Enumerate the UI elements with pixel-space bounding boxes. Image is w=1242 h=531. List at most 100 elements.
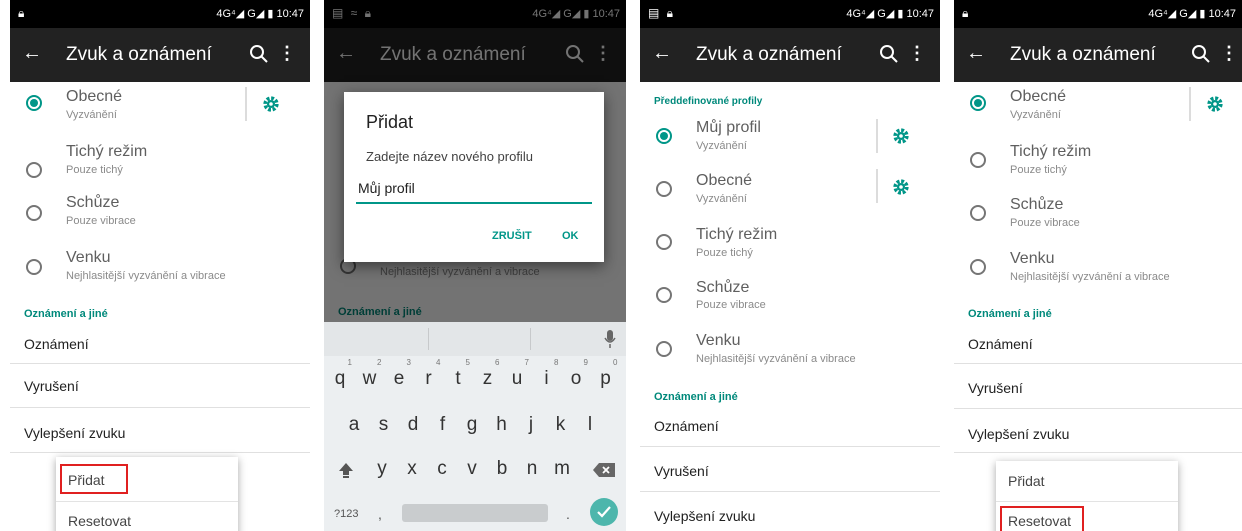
key-j[interactable]: j	[517, 414, 545, 436]
key-u[interactable]: u7	[503, 358, 531, 390]
comma-key[interactable]: ,	[378, 506, 382, 522]
key-d[interactable]: d	[399, 414, 427, 436]
menu-item-vylepseni-zvuku[interactable]: Vylepšení zvuku	[24, 425, 125, 441]
menu-item-oznameni[interactable]: Oznámení	[24, 336, 89, 352]
key-label: r	[425, 368, 432, 389]
key-g[interactable]: g	[458, 414, 486, 436]
space-key[interactable]	[402, 504, 548, 522]
divider	[876, 119, 878, 153]
overflow-menu: Přidat Resetovat	[996, 461, 1178, 531]
radio-selected-icon[interactable]	[656, 128, 672, 144]
shift-icon[interactable]	[336, 460, 356, 480]
divider	[954, 363, 1242, 364]
divider	[996, 501, 1178, 502]
search-icon[interactable]	[1190, 42, 1212, 66]
menu-item-vyruseni[interactable]: Vyrušení	[24, 378, 79, 394]
status-bar: ▤ 🔒︎ 4G⁴◢ G◢ ▮ 10:47	[640, 0, 940, 28]
gear-icon[interactable]	[892, 178, 910, 196]
menu-item-vyruseni[interactable]: Vyrušení	[968, 380, 1023, 396]
key-w[interactable]: w2	[356, 358, 384, 390]
gear-icon[interactable]	[1206, 95, 1224, 113]
key-p[interactable]: p0	[592, 358, 620, 390]
key-n[interactable]: n	[518, 458, 546, 480]
search-icon[interactable]	[248, 42, 270, 66]
back-arrow-icon[interactable]: ←	[652, 41, 672, 65]
menu-item-vyruseni[interactable]: Vyrušení	[654, 463, 709, 479]
suggestion-strip	[324, 322, 626, 356]
status-bar: 🔒︎ 4G⁴◢ G◢ ▮ 10:47	[954, 0, 1242, 28]
radio-selected-icon[interactable]	[26, 95, 42, 111]
key-i[interactable]: i8	[533, 358, 561, 390]
app-bar: ← Zvuk a oznámení ⋮	[10, 28, 310, 82]
key-s[interactable]: s	[370, 414, 398, 436]
ok-button[interactable]: OK	[562, 230, 579, 242]
dialog-title: Přidat	[366, 112, 414, 132]
gear-icon[interactable]	[892, 127, 910, 145]
key-v[interactable]: v	[458, 458, 486, 480]
more-options-icon[interactable]: ⋮	[1220, 42, 1238, 64]
divider	[640, 446, 940, 447]
key-f[interactable]: f	[429, 414, 457, 436]
key-q[interactable]: q1	[326, 358, 354, 390]
key-c[interactable]: c	[428, 458, 456, 480]
lock-icon: 🔒︎	[18, 6, 27, 20]
radio-icon[interactable]	[656, 234, 672, 250]
radio-icon[interactable]	[26, 162, 42, 178]
key-a[interactable]: a	[340, 414, 368, 436]
section-header: Oznámení a jiné	[654, 391, 738, 403]
key-b[interactable]: b	[488, 458, 516, 480]
key-k[interactable]: k	[547, 414, 575, 436]
key-e[interactable]: e3	[385, 358, 413, 390]
menu-item-vylepseni-zvuku[interactable]: Vylepšení zvuku	[968, 426, 1069, 442]
cancel-button[interactable]: ZRUŠIT	[492, 230, 532, 242]
key-x[interactable]: x	[398, 458, 426, 480]
key-label: t	[455, 368, 461, 389]
key-label: j	[528, 414, 534, 435]
menu-item-vylepseni-zvuku[interactable]: Vylepšení zvuku	[654, 508, 755, 524]
divider	[10, 363, 310, 364]
radio-icon[interactable]	[656, 287, 672, 303]
profile-name: Obecné	[696, 172, 753, 189]
key-label: b	[496, 458, 508, 479]
menu-item-oznameni[interactable]: Oznámení	[654, 418, 719, 434]
radio-icon[interactable]	[970, 205, 986, 221]
symbols-key[interactable]: ?123	[334, 508, 358, 520]
more-options-icon[interactable]: ⋮	[908, 42, 926, 64]
app-bar: ← Zvuk a oznámení ⋮	[640, 28, 940, 82]
key-label: y	[377, 458, 387, 479]
radio-icon[interactable]	[970, 152, 986, 168]
backspace-icon[interactable]	[592, 462, 616, 478]
search-icon[interactable]	[878, 42, 900, 66]
period-key[interactable]: .	[566, 506, 570, 522]
profile-name-input[interactable]: Můj profil	[356, 178, 592, 204]
key-h[interactable]: h	[488, 414, 516, 436]
radio-selected-icon[interactable]	[970, 95, 986, 111]
enter-key[interactable]	[590, 498, 618, 526]
keyboard: q1w2e3r4t5z6u7i8o9p0 asdfghjkl yxcvbnm ?…	[324, 322, 626, 531]
menu-reset[interactable]: Resetovat	[68, 513, 131, 529]
radio-icon[interactable]	[656, 181, 672, 197]
more-options-icon[interactable]: ⋮	[278, 42, 296, 64]
back-arrow-icon[interactable]: ←	[22, 41, 42, 65]
menu-item-oznameni[interactable]: Oznámení	[968, 336, 1033, 352]
key-t[interactable]: t5	[444, 358, 472, 390]
divider	[245, 87, 247, 121]
key-o[interactable]: o9	[562, 358, 590, 390]
menu-add[interactable]: Přidat	[1008, 473, 1045, 489]
key-number-hint: 9	[583, 358, 588, 367]
radio-icon[interactable]	[656, 341, 672, 357]
key-l[interactable]: l	[576, 414, 604, 436]
key-r[interactable]: r4	[415, 358, 443, 390]
back-arrow-icon[interactable]: ←	[966, 41, 986, 65]
key-m[interactable]: m	[548, 458, 576, 480]
radio-icon[interactable]	[26, 205, 42, 221]
radio-icon[interactable]	[26, 259, 42, 275]
profile-subtitle: Nejhlasitější vyzvánění a vibrace	[696, 353, 856, 365]
key-y[interactable]: y	[368, 458, 396, 480]
gear-icon[interactable]	[262, 95, 280, 113]
radio-icon[interactable]	[970, 259, 986, 275]
profile-name: Tichý režim	[66, 143, 148, 160]
key-z[interactable]: z6	[474, 358, 502, 390]
key-number-hint: 7	[524, 358, 529, 367]
microphone-icon[interactable]	[604, 329, 616, 349]
